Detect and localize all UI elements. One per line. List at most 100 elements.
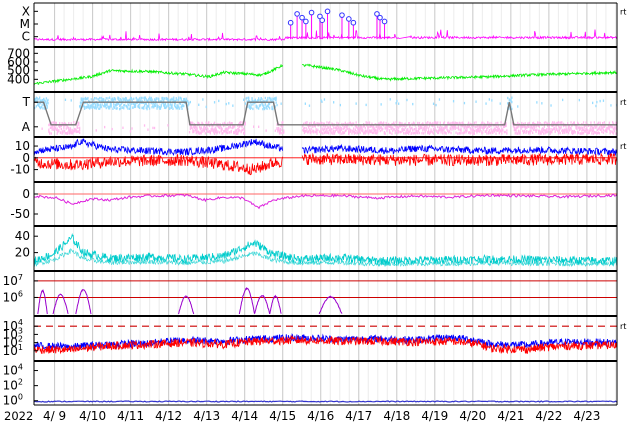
date-tick-label: 4/20 xyxy=(459,409,486,423)
polarity-dot xyxy=(47,101,49,105)
polarity-dot xyxy=(441,126,443,129)
polarity-dot xyxy=(432,132,435,135)
polarity-dot xyxy=(551,131,553,134)
polarity-dot xyxy=(452,100,455,103)
flare-marker xyxy=(377,14,383,21)
polarity-dot xyxy=(62,131,64,134)
polarity-dot xyxy=(582,126,584,130)
polarity-dot xyxy=(577,131,580,134)
polarity-dot xyxy=(112,107,114,110)
polarity-dot xyxy=(354,131,356,134)
polarity-dot xyxy=(590,121,592,124)
polarity-dot xyxy=(83,97,85,101)
polarity-dot xyxy=(90,98,92,101)
polarity-dot xyxy=(488,98,490,101)
polarity-dot xyxy=(597,121,600,124)
polarity-dot xyxy=(133,97,135,100)
polarity-dot xyxy=(438,98,441,101)
polarity-dot xyxy=(423,128,426,131)
polarity-dot xyxy=(504,130,506,134)
polarity-dot xyxy=(406,98,408,102)
y-tick-label-exponent: 6 xyxy=(18,289,23,298)
polarity-dot xyxy=(610,104,612,107)
panel-right-label: rt xyxy=(620,7,626,16)
y-tick-label: 20 xyxy=(15,246,30,260)
polarity-dot xyxy=(225,102,227,106)
polarity-dot xyxy=(507,96,509,100)
polarity-dot xyxy=(310,121,312,125)
polarity-dot xyxy=(230,130,232,133)
polarity-dot xyxy=(485,102,487,105)
date-tick-label: 4/ 9 xyxy=(43,409,66,423)
polarity-dot xyxy=(457,132,459,135)
polarity-dot xyxy=(557,129,559,133)
polarity-dot xyxy=(448,130,451,133)
polarity-dot xyxy=(497,121,499,125)
polarity-dot xyxy=(443,121,446,124)
y-tick-label-exponent: 0 xyxy=(18,393,23,402)
polarity-dot xyxy=(142,96,144,100)
polarity-dot xyxy=(312,125,314,129)
polarity-dot xyxy=(159,107,162,110)
polarity-dot xyxy=(339,103,341,107)
polarity-dot xyxy=(517,105,519,108)
polarity-dot xyxy=(204,132,206,135)
polarity-dot xyxy=(95,97,97,100)
polarity-dot xyxy=(612,132,615,135)
polarity-dot xyxy=(84,106,86,109)
polarity-dot xyxy=(111,127,113,131)
polarity-dot xyxy=(248,97,250,100)
panel-right-label: rt xyxy=(620,98,626,107)
polarity-dot xyxy=(221,128,223,131)
polarity-dot xyxy=(267,96,269,100)
polarity-dot xyxy=(166,105,168,108)
polarity-dot xyxy=(47,98,49,102)
polarity-dot xyxy=(473,121,475,125)
polarity-dot xyxy=(42,107,44,110)
polarity-dot xyxy=(341,127,343,131)
y-tick-label-base: 10 xyxy=(3,364,18,378)
polarity-dot xyxy=(502,128,504,132)
polarity-dot xyxy=(157,105,159,108)
polarity-dot xyxy=(437,121,439,124)
polarity-dot xyxy=(376,125,378,129)
flare-marker xyxy=(339,12,345,18)
y-tick-label-base: 10 xyxy=(3,379,18,393)
panel-flare-class: XMCrt xyxy=(20,4,627,43)
polarity-dot xyxy=(371,128,373,132)
polarity-dot xyxy=(59,131,62,134)
polarity-dot xyxy=(491,99,493,102)
polarity-dot xyxy=(60,128,62,131)
polarity-dot xyxy=(422,132,425,135)
polarity-dot xyxy=(364,132,366,135)
polarity-dot xyxy=(456,126,458,129)
electron-flux-trace xyxy=(238,286,255,315)
polarity-dot xyxy=(596,100,598,104)
polarity-dot xyxy=(537,121,539,124)
polarity-dot xyxy=(350,129,352,132)
polarity-dot xyxy=(185,97,187,100)
polarity-dot xyxy=(106,103,108,107)
polarity-dot xyxy=(259,104,261,107)
date-tick-label: 4/21 xyxy=(497,409,524,423)
polarity-dot xyxy=(463,131,466,134)
polarity-dot xyxy=(587,129,589,132)
electron-flux-trace xyxy=(269,294,282,315)
polarity-dot xyxy=(461,131,463,135)
polarity-dot xyxy=(403,132,405,135)
polarity-dot xyxy=(580,126,582,129)
polarity-dot xyxy=(463,101,466,105)
polarity-dot xyxy=(154,104,157,107)
polarity-dot xyxy=(138,97,141,100)
polarity-dot xyxy=(445,132,447,135)
polarity-dot xyxy=(359,131,361,134)
polarity-dot xyxy=(153,126,156,130)
y-tick-label: 107 xyxy=(3,273,23,288)
polarity-dot xyxy=(323,98,326,101)
y-tick-label: T xyxy=(22,95,31,109)
polarity-dot xyxy=(395,102,397,105)
polarity-dot xyxy=(110,103,112,106)
flare-marker xyxy=(319,17,326,24)
polarity-dot xyxy=(70,99,72,102)
polarity-dot xyxy=(323,127,326,130)
